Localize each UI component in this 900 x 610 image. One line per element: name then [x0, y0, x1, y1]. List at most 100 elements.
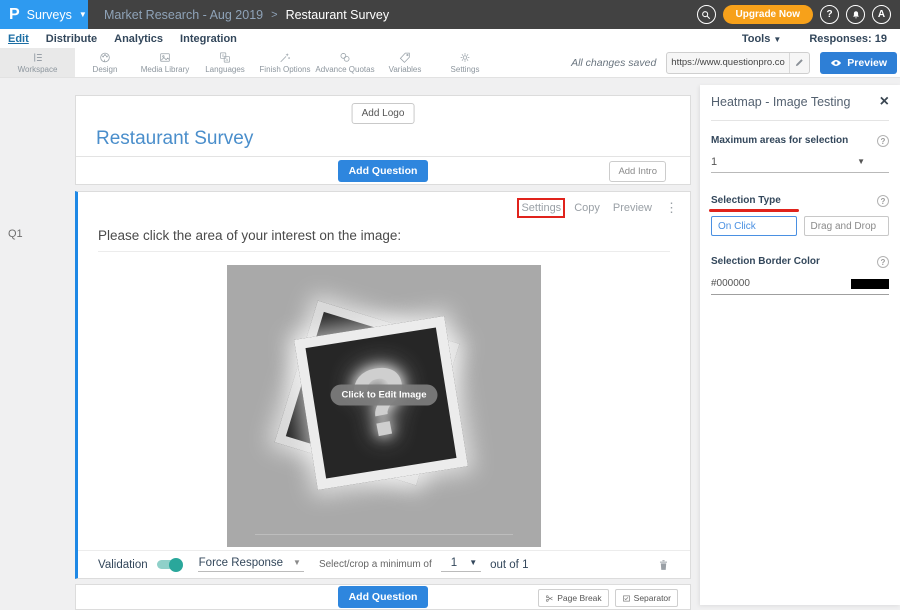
toggle-knob	[169, 558, 183, 572]
kebab-menu-icon[interactable]: ⋮	[665, 200, 678, 216]
nav-tab-edit[interactable]: Edit	[8, 33, 29, 45]
toolbar-item-design[interactable]: Design	[75, 48, 135, 77]
section-nav: Edit Distribute Analytics Integration To…	[0, 29, 900, 48]
page-break-button[interactable]: Page Break	[538, 589, 608, 607]
toolbar-item-advance-quotas[interactable]: Advance Quotas	[315, 48, 375, 77]
click-to-edit-image-button[interactable]: Click to Edit Image	[331, 384, 438, 405]
chevron-down-icon: ▼	[773, 35, 781, 44]
toolbar-item-finish-options[interactable]: Finish Options	[255, 48, 315, 77]
chevron-down-icon: ▼	[79, 11, 87, 19]
question-text[interactable]: Please click the area of your interest o…	[98, 228, 670, 252]
max-areas-label: Maximum areas for selection	[711, 135, 848, 146]
editor-canvas: Q1 Add Logo Restaurant Survey Add Questi…	[0, 79, 900, 604]
border-color-input[interactable]: #000000	[711, 278, 889, 295]
upgrade-now-button[interactable]: Upgrade Now	[723, 5, 813, 24]
breadcrumb: Market Research - Aug 2019 > Restaurant …	[104, 8, 389, 22]
minimum-value-dropdown[interactable]: 1 ▼	[441, 557, 481, 572]
panel-title: Heatmap - Image Testing	[711, 95, 850, 109]
breadcrumb-current: Restaurant Survey	[286, 8, 390, 22]
toolbar-right: All changes saved Preview	[571, 48, 900, 77]
chevron-down-icon: ▼	[469, 559, 477, 567]
help-button[interactable]: ?	[820, 5, 839, 24]
responses-count[interactable]: Responses: 19	[809, 33, 887, 45]
border-color-label: Selection Border Color	[711, 256, 820, 267]
chain-links-icon	[338, 51, 352, 64]
notifications-button[interactable]	[846, 5, 865, 24]
help-circle-icon[interactable]: ?	[877, 256, 889, 268]
question-copy-button[interactable]: Copy	[574, 202, 600, 214]
toolbar-item-workspace[interactable]: Workspace	[0, 48, 75, 77]
gear-icon	[458, 51, 472, 64]
tools-menu[interactable]: Tools ▼	[742, 33, 782, 45]
out-of-label: out of 1	[490, 559, 528, 571]
help-circle-icon[interactable]: ?	[877, 195, 889, 207]
add-question-button-bottom[interactable]: Add Question	[338, 586, 429, 608]
toolbar-item-settings[interactable]: Settings	[435, 48, 495, 77]
validation-type-dropdown[interactable]: Force Response ▼	[198, 557, 304, 572]
nav-tab-analytics[interactable]: Analytics	[114, 33, 163, 45]
scissors-icon	[545, 594, 554, 603]
breadcrumb-parent-link[interactable]: Market Research - Aug 2019	[104, 8, 263, 22]
delete-question-button[interactable]	[657, 558, 670, 572]
account-avatar[interactable]: A	[872, 5, 891, 24]
subnav-right: Tools ▼ Responses: 19	[742, 33, 892, 45]
validation-toggle[interactable]	[157, 560, 181, 569]
add-question-bar: Add Question Page Break Separator	[75, 584, 691, 610]
topbar-actions: Upgrade Now ? A	[697, 5, 900, 24]
survey-title[interactable]: Restaurant Survey	[96, 128, 253, 150]
minimum-select-label: Select/crop a minimum of	[319, 559, 432, 570]
magic-wand-icon	[278, 51, 292, 64]
workspace-icon	[31, 51, 45, 64]
question-card: Settings Copy Preview ⋮ Please click the…	[75, 191, 691, 579]
toolbar-item-languages[interactable]: SA Languages	[195, 48, 255, 77]
search-button[interactable]	[697, 5, 716, 24]
add-intro-button[interactable]: Add Intro	[609, 161, 666, 182]
question-settings-button[interactable]: Settings	[521, 202, 561, 214]
edit-toolbar: Workspace Design Media Library SA Langua…	[0, 48, 900, 78]
languages-icon: SA	[218, 51, 232, 64]
eye-icon	[830, 58, 842, 68]
question-actions: Settings Copy Preview ⋮	[521, 200, 678, 216]
validation-label: Validation	[98, 559, 148, 571]
nav-tab-distribute[interactable]: Distribute	[46, 33, 97, 45]
bell-icon	[851, 10, 861, 20]
panel-header: Heatmap - Image Testing ×	[711, 94, 889, 110]
add-question-button-top[interactable]: Add Question	[338, 160, 429, 182]
survey-editor-column: Add Logo Restaurant Survey Add Question …	[75, 95, 691, 610]
question-number-label: Q1	[8, 228, 23, 240]
preview-survey-button[interactable]: Preview	[820, 52, 897, 74]
survey-header-footer: Add Question Add Intro	[76, 156, 690, 184]
max-areas-row: Maximum areas for selection ?	[711, 135, 889, 147]
question-preview-button[interactable]: Preview	[613, 202, 652, 214]
design-palette-icon	[98, 51, 112, 64]
color-swatch	[851, 279, 889, 289]
chevron-down-icon: ▼	[857, 158, 865, 166]
edit-url-button[interactable]	[789, 53, 809, 73]
max-areas-dropdown[interactable]: 1 ▼	[711, 156, 889, 173]
separator-button[interactable]: Separator	[615, 589, 678, 607]
toolbar-item-variables[interactable]: Variables	[375, 48, 435, 77]
close-icon[interactable]: ×	[880, 94, 889, 110]
svg-text:A: A	[226, 57, 229, 62]
survey-url-input[interactable]	[667, 57, 789, 68]
surveys-menu-label: Surveys	[27, 8, 72, 22]
breadcrumb-separator: >	[271, 9, 277, 21]
surveys-menu[interactable]: P Surveys ▼	[0, 0, 88, 29]
search-icon	[701, 10, 711, 20]
toolbar-item-media-library[interactable]: Media Library	[135, 48, 195, 77]
on-click-option[interactable]: On Click	[711, 216, 797, 236]
survey-header-card: Add Logo Restaurant Survey Add Question …	[75, 95, 691, 185]
border-color-row: Selection Border Color ?	[711, 256, 889, 268]
selection-type-row: Selection Type ?	[711, 195, 889, 207]
trash-icon	[657, 558, 670, 572]
help-circle-icon[interactable]: ?	[877, 135, 889, 147]
placeholder-baseline	[255, 534, 513, 535]
image-icon	[158, 51, 172, 64]
selection-type-label: Selection Type	[711, 195, 781, 206]
svg-text:S: S	[222, 53, 225, 58]
nav-tab-integration[interactable]: Integration	[180, 33, 237, 45]
chevron-down-icon: ▼	[293, 559, 301, 567]
drag-and-drop-option[interactable]: Drag and Drop	[804, 216, 890, 236]
add-logo-button[interactable]: Add Logo	[352, 103, 415, 124]
heatmap-image-placeholder[interactable]: ? Click to Edit Image	[227, 265, 541, 547]
